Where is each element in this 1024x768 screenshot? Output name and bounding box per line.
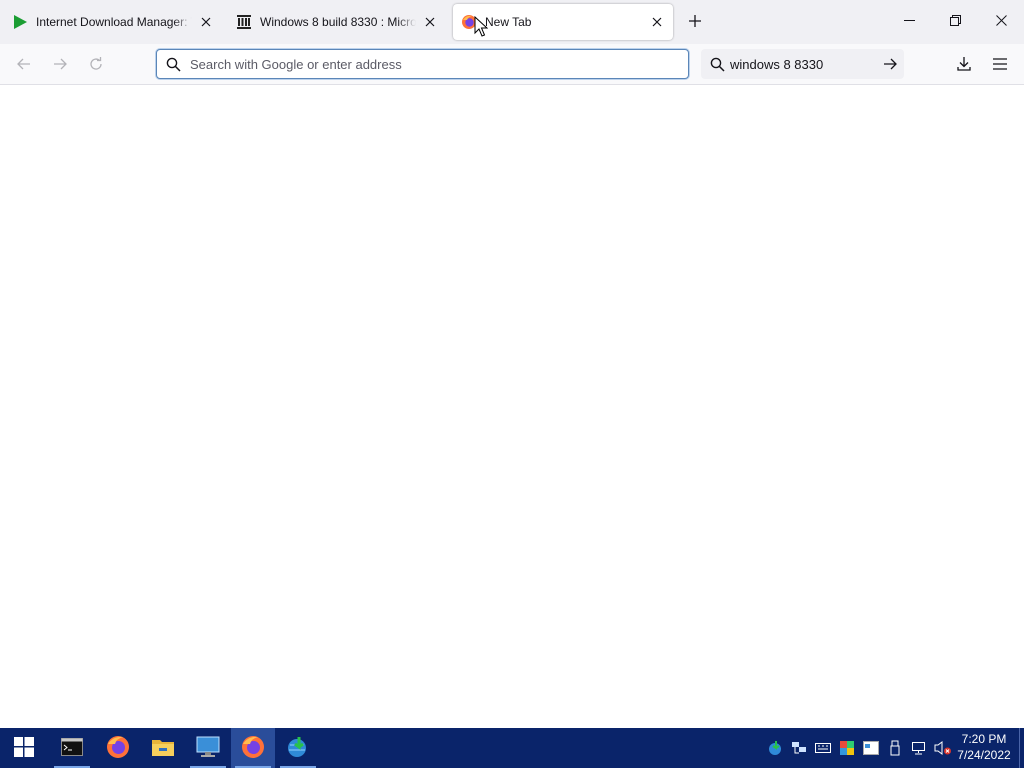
firefox-icon [241, 735, 265, 762]
back-button[interactable] [10, 51, 38, 79]
archive-org-icon [236, 14, 252, 30]
search-go-button[interactable] [876, 50, 904, 78]
tab-title: New Tab [485, 15, 532, 29]
new-tab-button[interactable] [683, 10, 707, 34]
tab-strip: Internet Download Manager: The fastest d… [0, 0, 1024, 44]
file-explorer-icon [151, 737, 175, 760]
computer-icon [196, 736, 220, 761]
downloads-button[interactable] [950, 51, 978, 79]
idm-tray-icon[interactable] [764, 728, 786, 768]
reload-icon [88, 56, 104, 75]
close-icon [995, 15, 1007, 29]
taskbar-file-explorer[interactable] [141, 728, 185, 768]
close-icon[interactable] [420, 12, 440, 32]
minimize-icon [903, 15, 915, 29]
network-icon[interactable] [788, 728, 810, 768]
close-icon[interactable] [647, 12, 667, 32]
address-input[interactable] [190, 56, 670, 72]
taskbar-command-prompt[interactable] [50, 728, 94, 768]
clock-time: 7:20 PM [961, 732, 1007, 746]
minimize-button[interactable] [886, 0, 932, 44]
taskbar-firefox-running[interactable] [231, 728, 275, 768]
page-content-blank [0, 85, 1024, 728]
taskbar-internet-download-manager[interactable] [276, 728, 320, 768]
close-icon[interactable] [196, 12, 216, 32]
action-center-icon[interactable] [860, 728, 882, 768]
plus-icon [688, 14, 702, 31]
idm-play-icon [12, 14, 28, 30]
tab-new-tab[interactable]: New Tab [453, 4, 673, 40]
forward-button[interactable] [46, 51, 74, 79]
app-menu-button[interactable] [986, 51, 1014, 79]
search-input-value[interactable]: windows 8 8330 [730, 57, 876, 72]
tab-windows-8-build[interactable]: Windows 8 build 8330 : Microsoft : Free … [228, 4, 446, 40]
search-bar[interactable]: windows 8 8330 [701, 49, 904, 79]
clock-date: 7/24/2022 [957, 748, 1011, 762]
volume-muted-icon[interactable] [932, 728, 954, 768]
show-desktop-button[interactable] [1019, 728, 1024, 768]
firefox-icon [106, 735, 130, 762]
back-arrow-icon [16, 56, 32, 75]
start-button[interactable] [2, 728, 46, 768]
tab-title: Windows 8 build 8330 : Microsoft : Free … [260, 15, 416, 29]
address-bar[interactable] [156, 49, 689, 79]
system-clock[interactable]: 7:20 PM 7/24/2022 [952, 731, 1016, 765]
downloads-icon [956, 56, 972, 75]
network-connection-icon[interactable] [908, 728, 930, 768]
windows-start-icon [14, 736, 34, 760]
restore-icon [949, 15, 961, 29]
tab-title: Internet Download Manager: The fastest d… [36, 15, 192, 29]
tab-internet-download-manager[interactable]: Internet Download Manager: The fastest d… [4, 4, 222, 40]
forward-arrow-icon [52, 56, 68, 75]
reload-button[interactable] [82, 51, 110, 79]
search-icon [709, 56, 725, 72]
hamburger-menu-icon [993, 57, 1007, 73]
internet-download-manager-icon [285, 735, 311, 762]
taskbar: 7:20 PM 7/24/2022 [0, 728, 1024, 768]
restore-button[interactable] [932, 0, 978, 44]
browser-window: Internet Download Manager: The fastest d… [0, 0, 1024, 728]
firefox-icon [461, 14, 477, 30]
command-prompt-icon [61, 737, 83, 759]
navigation-toolbar: windows 8 8330 [0, 44, 1024, 85]
search-icon [165, 56, 181, 72]
close-window-button[interactable] [978, 0, 1024, 44]
taskbar-firefox-pinned[interactable] [96, 728, 140, 768]
taskbar-computer[interactable] [186, 728, 230, 768]
usb-icon[interactable] [884, 728, 906, 768]
color-icon[interactable] [836, 728, 858, 768]
keyboard-icon[interactable] [812, 728, 834, 768]
